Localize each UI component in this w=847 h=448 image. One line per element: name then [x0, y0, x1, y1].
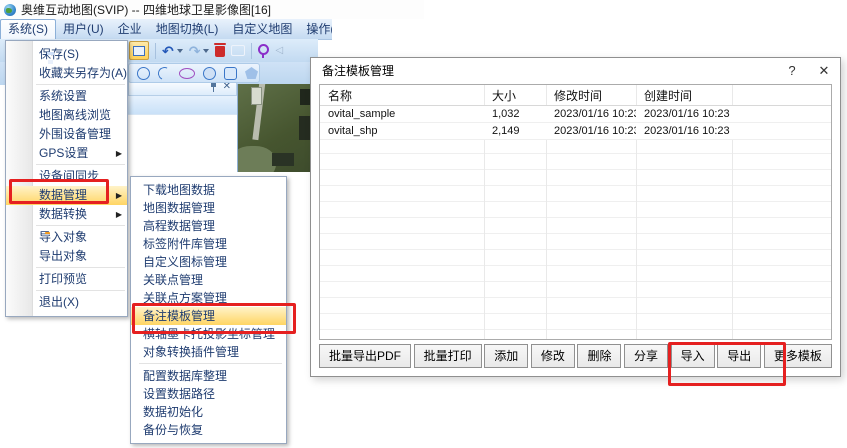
menu-item-import-objects[interactable]: 导入对象 — [6, 228, 127, 247]
menubar-item-user[interactable]: 用户(U) — [56, 19, 111, 39]
cell-modified: 2023/01/16 10:23 — [546, 125, 636, 137]
submenu-item-linked-point-management[interactable]: 关联点管理 — [131, 271, 286, 289]
menubar: 系统(S) 用户(U) 企业 地图切换(L) 自定义地图 操作(O) 视图(V) — [0, 19, 332, 40]
dialog-titlebar: 备注模板管理 ? ✕ — [311, 58, 840, 83]
menubar-item-operate[interactable]: 操作(O) — [299, 19, 332, 39]
note-template-dialog: 备注模板管理 ? ✕ 名称 大小 修改时间 创建时间 ovital_sample… — [310, 57, 841, 377]
menu-item-save-favorites-as[interactable]: 收藏夹另存为(A) — [6, 64, 127, 83]
circle-tool-icon[interactable] — [137, 67, 150, 80]
ellipse-tool-icon[interactable] — [179, 68, 195, 79]
dialog-help-button[interactable]: ? — [776, 58, 808, 83]
menu-separator — [139, 363, 282, 364]
titlebar: 奥维互动地图(SVIP) -- 四维地球卫星影像图[16] — [0, 0, 424, 19]
submenu-item-backup-restore[interactable]: 备份与恢复 — [131, 421, 286, 439]
map-building — [272, 153, 294, 166]
annotation-box-note-template — [132, 303, 296, 334]
toolbar-separator — [251, 43, 252, 59]
menu-item-exit[interactable]: 退出(X) — [6, 293, 127, 312]
delete-icon[interactable] — [215, 46, 225, 57]
submenu-item-download-map-data[interactable]: 下载地图数据 — [131, 181, 286, 199]
submenu-arrow-icon: ▶ — [116, 144, 122, 163]
side-panel-band — [128, 96, 237, 115]
submenu-item-config-database-cleanup[interactable]: 配置数据库整理 — [131, 367, 286, 385]
menu-separator — [36, 267, 125, 268]
menu-item-peripheral-device[interactable]: 外围设备管理 — [6, 125, 127, 144]
menu-separator — [36, 225, 125, 226]
delete-button[interactable]: 删除 — [577, 344, 621, 368]
redo-icon[interactable]: ↷ — [189, 44, 201, 58]
table-row[interactable]: ovital_shp 2,149 2023/01/16 10:23 2023/0… — [320, 123, 831, 140]
cell-modified: 2023/01/16 10:23 — [546, 108, 636, 120]
menubar-item-custom-map[interactable]: 自定义地图 — [225, 19, 299, 39]
window-title: 奥维互动地图(SVIP) -- 四维地球卫星影像图[16] — [21, 1, 271, 18]
rounded-rect-tool-icon[interactable] — [224, 67, 237, 80]
panel-close-icon[interactable]: ✕ — [223, 82, 231, 92]
table-empty-rows — [320, 106, 831, 339]
cell-name: ovital_shp — [320, 125, 484, 137]
annotation-box-data-management — [9, 179, 109, 204]
cell-name: ovital_sample — [320, 108, 484, 120]
toolbar-row2 — [128, 63, 260, 83]
menu-separator — [36, 290, 125, 291]
rectangle-tool-icon[interactable] — [231, 45, 245, 56]
table-row[interactable]: ovital_sample 1,032 2023/01/16 10:23 202… — [320, 106, 831, 123]
toolbar-separator — [155, 43, 156, 59]
modify-button[interactable]: 修改 — [531, 344, 575, 368]
column-header-created[interactable]: 创建时间 — [636, 87, 732, 104]
menu-item-gps-settings[interactable]: GPS设置 ▶ — [6, 144, 127, 163]
share-button[interactable]: 分享 — [624, 344, 668, 368]
submenu-arrow-icon: ▶ — [116, 186, 122, 205]
submenu-item-data-initialization[interactable]: 数据初始化 — [131, 403, 286, 421]
menu-item-export-objects[interactable]: 导出对象 — [6, 247, 127, 266]
map-field-patch — [237, 146, 276, 172]
submenu-arrow-icon: ▶ — [116, 205, 122, 224]
cell-size: 1,032 — [484, 108, 546, 120]
menu-item-data-convert[interactable]: 数据转换 ▶ — [6, 205, 127, 224]
batch-export-pdf-button[interactable]: 批量导出PDF — [319, 344, 411, 368]
menubar-item-enterprise[interactable]: 企业 — [111, 19, 149, 39]
polygon-tool-icon[interactable] — [245, 67, 258, 79]
globe-icon — [4, 4, 16, 16]
menu-item-system-settings[interactable]: 系统设置 — [6, 87, 127, 106]
menu-item-offline-map[interactable]: 地图离线浏览 — [6, 106, 127, 125]
column-header-modified[interactable]: 修改时间 — [546, 87, 636, 104]
menubar-item-system[interactable]: 系统(S) — [0, 19, 56, 39]
cell-created: 2023/01/16 10:23 — [636, 125, 732, 137]
filled-circle-tool-icon[interactable] — [203, 67, 216, 80]
dialog-title: 备注模板管理 — [311, 62, 776, 79]
menubar-item-map-switch[interactable]: 地图切换(L) — [149, 19, 226, 39]
column-header-name[interactable]: 名称 — [320, 87, 484, 104]
undo-icon[interactable]: ↶ — [162, 44, 174, 58]
redo-dropdown-icon[interactable] — [203, 49, 209, 53]
batch-print-button[interactable]: 批量打印 — [414, 344, 482, 368]
submenu-item-set-data-path[interactable]: 设置数据路径 — [131, 385, 286, 403]
submenu-item-map-data-management[interactable]: 地图数据管理 — [131, 199, 286, 217]
column-header-size[interactable]: 大小 — [484, 87, 546, 104]
submenu-item-elevation-data-management[interactable]: 高程数据管理 — [131, 217, 286, 235]
menu-separator — [36, 164, 125, 165]
map-road-sign — [251, 87, 262, 105]
submenu-item-object-convert-plugin[interactable]: 对象转换插件管理 — [131, 343, 286, 361]
template-table: 名称 大小 修改时间 创建时间 ovital_sample 1,032 2023… — [319, 84, 832, 340]
cell-size: 2,149 — [484, 125, 546, 137]
select-tool-icon[interactable] — [129, 41, 149, 60]
arc-tool-icon[interactable] — [156, 65, 173, 82]
pushpin-icon[interactable] — [210, 83, 217, 92]
undo-dropdown-icon[interactable] — [177, 49, 183, 53]
submenu-item-label-attachment-library[interactable]: 标签附件库管理 — [131, 235, 286, 253]
chevron-icon: ◁ — [275, 45, 283, 56]
annotation-box-import-export — [668, 342, 786, 386]
menu-item-save[interactable]: 保存(S) — [6, 45, 127, 64]
table-header: 名称 大小 修改时间 创建时间 — [320, 85, 831, 106]
submenu-item-custom-icon-management[interactable]: 自定义图标管理 — [131, 253, 286, 271]
placemark-icon[interactable] — [258, 44, 269, 55]
menu-separator — [36, 84, 125, 85]
menu-item-print-preview[interactable]: 打印预览 — [6, 270, 127, 289]
add-button[interactable]: 添加 — [484, 344, 528, 368]
dialog-close-icon[interactable]: ✕ — [808, 58, 840, 83]
cell-created: 2023/01/16 10:23 — [636, 108, 732, 120]
